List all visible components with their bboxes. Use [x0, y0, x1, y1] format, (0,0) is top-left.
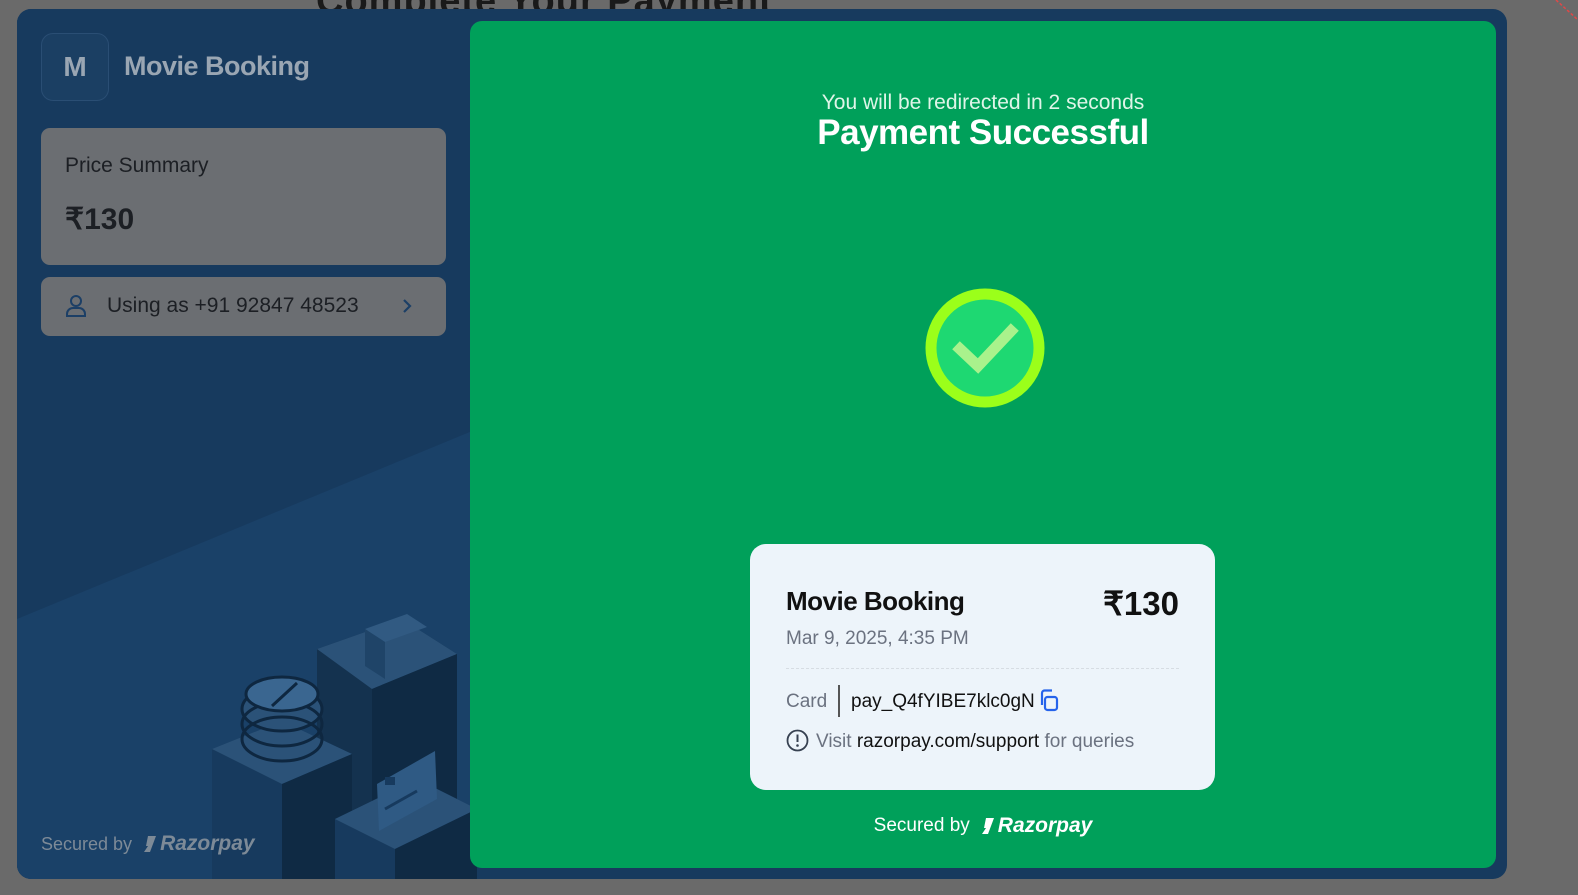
left-razorpay-wordmark: Razorpay — [160, 832, 255, 855]
price-summary-label: Price Summary — [65, 154, 209, 177]
receipt-divider — [786, 668, 1179, 669]
price-summary-amount: ₹130 — [65, 203, 135, 236]
chevron-right-icon — [403, 299, 412, 313]
right-razorpay-logo: Razorpay — [980, 814, 1093, 838]
success-check-icon — [925, 288, 1045, 408]
method-separator — [838, 685, 840, 717]
copy-icon[interactable] — [1037, 688, 1061, 714]
merchant-initial: M — [63, 51, 87, 82]
receipt-payment-id: pay_Q4fYIBE7klc0gN — [851, 691, 1035, 712]
corner-mark-icon — [1555, 0, 1578, 21]
success-panel: You will be redirected in 2 seconds Paym… — [470, 21, 1496, 868]
support-suffix: for queries — [1044, 731, 1135, 752]
receipt-amount: ₹130 — [1102, 585, 1179, 622]
left-panel: M Movie Booking Price Summary ₹130 Using… — [17, 9, 477, 879]
redirect-countdown: You will be redirected in 2 seconds — [821, 91, 1145, 114]
user-icon — [66, 295, 86, 317]
checkout-modal: M Movie Booking Price Summary ₹130 Using… — [17, 9, 1507, 879]
user-contact-button[interactable]: Using as +91 92847 48523 — [41, 277, 446, 336]
razorpay-logo-icon — [144, 836, 157, 852]
receipt-support-text: Visit razorpay.com/support for queries — [816, 731, 1134, 753]
user-contact-label: Using as +91 92847 48523 — [107, 294, 359, 317]
left-secured-by: Secured by Razorpay — [41, 832, 255, 856]
merchant-logo: M — [41, 33, 109, 101]
receipt-datetime: Mar 9, 2025, 4:35 PM — [786, 628, 969, 649]
payment-receipt-card: Movie Booking ₹130 Mar 9, 2025, 4:35 PM … — [750, 544, 1215, 790]
receipt-merchant-name: Movie Booking — [786, 586, 965, 616]
price-summary-card[interactable]: Price Summary ₹130 — [41, 128, 446, 265]
info-icon — [786, 729, 809, 752]
right-razorpay-wordmark: Razorpay — [997, 814, 1093, 837]
receipt-payment-method: Card — [786, 691, 828, 712]
merchant-name: Movie Booking — [124, 51, 310, 81]
support-link[interactable]: razorpay.com/support — [857, 731, 1039, 752]
left-razorpay-logo: Razorpay — [142, 832, 255, 856]
payment-status-title: Payment Successful — [817, 113, 1149, 152]
left-secured-label: Secured by — [41, 833, 133, 854]
right-secured-by: Secured by Razorpay — [470, 814, 1496, 838]
right-secured-label: Secured by — [873, 815, 970, 836]
razorpay-logo-icon — [981, 818, 994, 834]
support-prefix: Visit — [816, 731, 852, 752]
